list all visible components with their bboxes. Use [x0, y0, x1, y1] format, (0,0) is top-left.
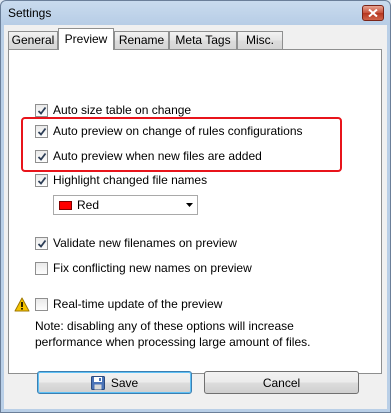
check-icon — [37, 127, 47, 136]
tab-label: Preview — [64, 32, 108, 46]
close-button[interactable] — [362, 5, 384, 21]
settings-window: Settings General Preview Rename Meta Tag… — [0, 0, 391, 413]
close-icon — [368, 9, 378, 17]
tab-rename[interactable]: Rename — [114, 31, 169, 49]
highlight-color-value: Red — [77, 198, 100, 212]
check-icon — [37, 152, 47, 161]
color-swatch — [59, 201, 72, 210]
floppy-disk-icon — [90, 375, 105, 390]
auto-size-checkbox[interactable] — [35, 103, 48, 117]
tab-label: Misc. — [246, 33, 274, 47]
fix-conflicting-label: Fix conflicting new names on preview — [53, 261, 252, 275]
highlight-changed-checkbox[interactable] — [35, 173, 48, 187]
tab-meta-tags[interactable]: Meta Tags — [169, 31, 237, 49]
chevron-down-icon — [186, 203, 193, 207]
auto-preview-rules-checkbox[interactable] — [35, 124, 48, 138]
preview-panel: Auto size table on change Auto preview o… — [8, 49, 382, 374]
window-title: Settings — [8, 6, 52, 20]
dialog-client: General Preview Rename Meta Tags Misc. A… — [4, 25, 387, 409]
realtime-checkbox[interactable] — [35, 297, 48, 311]
realtime-option[interactable]: Real-time update of the preview — [35, 296, 222, 312]
highlight-color-select[interactable]: Red — [53, 195, 198, 215]
validate-option[interactable]: Validate new filenames on preview — [35, 235, 237, 251]
check-icon — [37, 176, 47, 185]
cancel-label: Cancel — [262, 375, 301, 390]
save-button[interactable]: Save — [37, 371, 192, 394]
fix-conflicting-option[interactable]: Fix conflicting new names on preview — [35, 260, 252, 276]
fix-conflicting-checkbox[interactable] — [35, 261, 48, 275]
check-icon — [37, 239, 47, 248]
check-icon — [37, 106, 47, 115]
auto-preview-rules-label: Auto preview on change of rules configur… — [53, 124, 303, 138]
highlight-changed-option[interactable]: Highlight changed file names — [35, 172, 207, 188]
save-label: Save — [110, 375, 139, 390]
auto-preview-files-checkbox[interactable] — [35, 149, 48, 163]
warning-icon — [14, 297, 30, 312]
validate-checkbox[interactable] — [35, 236, 48, 250]
performance-note: Note: disabling any of these options wil… — [35, 319, 311, 349]
auto-preview-rules-option[interactable]: Auto preview on change of rules configur… — [35, 123, 303, 139]
tab-label: General — [11, 33, 55, 47]
realtime-label: Real-time update of the preview — [53, 297, 223, 311]
auto-preview-files-option[interactable]: Auto preview when new files are added — [35, 148, 262, 164]
tab-label: Rename — [118, 33, 165, 47]
auto-size-option[interactable]: Auto size table on change — [35, 102, 191, 118]
tab-misc[interactable]: Misc. — [237, 31, 283, 49]
tab-label: Meta Tags — [175, 33, 231, 47]
title-bar[interactable]: Settings — [1, 1, 390, 25]
tab-preview[interactable]: Preview — [58, 28, 114, 50]
validate-label: Validate new filenames on preview — [53, 236, 237, 250]
auto-preview-files-label: Auto preview when new files are added — [53, 149, 262, 163]
auto-size-label: Auto size table on change — [53, 103, 192, 117]
highlight-changed-label: Highlight changed file names — [53, 173, 208, 187]
cancel-button[interactable]: Cancel — [204, 371, 359, 394]
tab-general[interactable]: General — [8, 31, 58, 49]
